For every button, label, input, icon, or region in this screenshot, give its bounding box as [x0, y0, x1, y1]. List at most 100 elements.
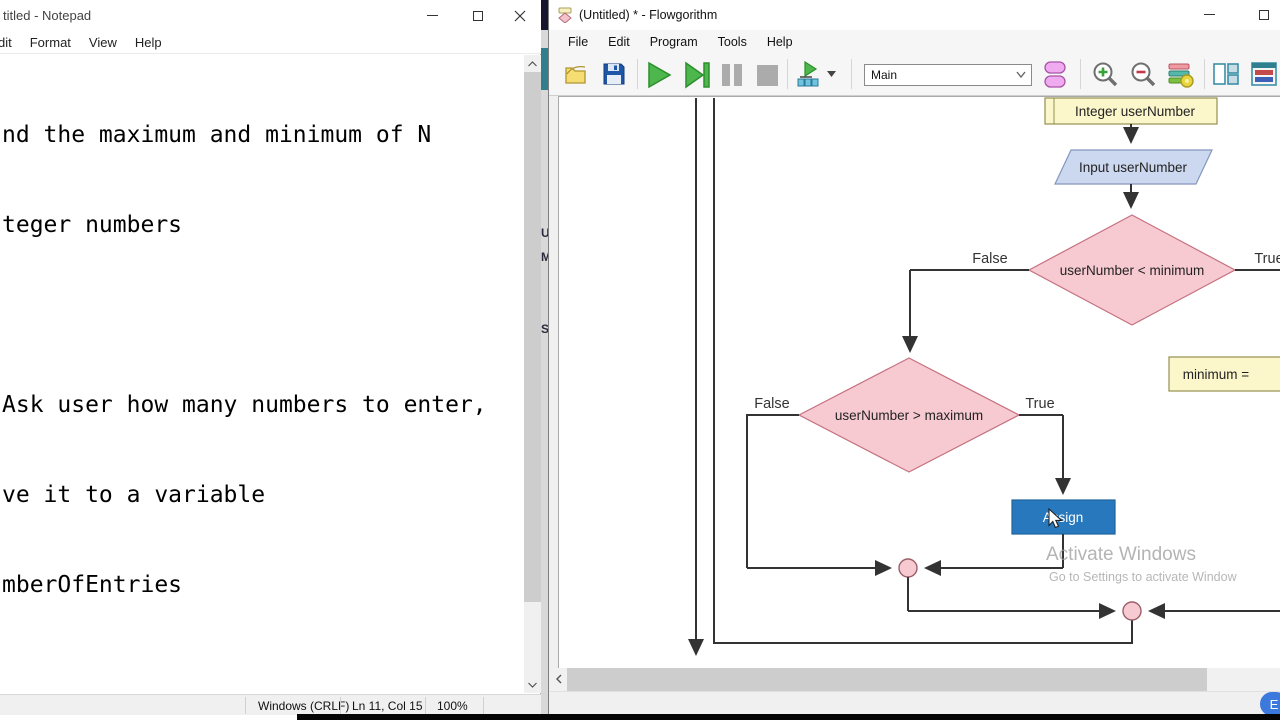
menu-help[interactable]: Help	[126, 35, 171, 50]
text-line: Ask user how many numbers to enter,	[2, 392, 487, 418]
flowgorithm-window-title: (Untitled) * - Flowgorithm	[579, 8, 718, 22]
text-line	[2, 660, 525, 690]
chevron-down-icon	[1016, 71, 1026, 78]
app-icon	[558, 7, 572, 23]
background-letter: S	[541, 322, 548, 336]
zoom-out-icon[interactable]	[1130, 61, 1158, 89]
close-icon	[514, 10, 525, 21]
branch-label-false: False	[754, 396, 789, 412]
toolbar-separator	[1080, 59, 1081, 89]
background-dark-block	[541, 0, 548, 30]
menu-format[interactable]: Format	[21, 35, 80, 50]
chart-style-icon[interactable]	[1167, 61, 1195, 89]
flowgorithm-toolbar: Main	[549, 53, 1280, 96]
text-line: mberOfEntries	[2, 572, 183, 598]
save-icon[interactable]	[601, 61, 627, 87]
notepad-statusbar: Windows (CRLF) Ln 11, Col 15 100%	[0, 694, 541, 715]
menu-program[interactable]: Program	[640, 35, 708, 49]
notepad-text-area[interactable]: nd the maximum and minimum of N teger nu…	[2, 60, 525, 690]
toolbar-separator	[787, 59, 788, 89]
menu-edit[interactable]: Edit	[598, 35, 640, 49]
menu-file[interactable]: File	[558, 35, 598, 49]
maximize-button[interactable]	[455, 0, 500, 31]
scrollbar-thumb[interactable]	[567, 668, 1207, 691]
vertical-scrollbar[interactable]	[524, 55, 541, 693]
toolbar-separator	[1204, 59, 1205, 89]
notepad-window-title: titled - Notepad	[3, 8, 92, 23]
close-button[interactable]	[497, 0, 542, 31]
minimize-button[interactable]	[1187, 0, 1232, 29]
horizontal-scrollbar[interactable]	[550, 668, 1280, 691]
run-to-window-icon[interactable]	[796, 61, 822, 88]
notepad-menubar: dit Format View Help	[0, 32, 541, 54]
flowgorithm-window: (Untitled) * - Flowgorithm File Edit Pro…	[548, 0, 1280, 716]
status-separator	[340, 697, 341, 714]
decision-shape-if1[interactable]: userNumber < minimum	[1027, 214, 1237, 326]
status-line-ending: Windows (CRLF)	[258, 699, 350, 713]
notepad-titlebar: titled - Notepad	[0, 0, 541, 32]
assign-minimum-shape[interactable]: minimum =	[1168, 356, 1280, 392]
input-shape[interactable]: Input userNumber	[1054, 149, 1213, 185]
branch-label-true: True	[1254, 251, 1280, 267]
decision-text: userNumber < minimum	[1060, 263, 1204, 278]
maximize-icon	[472, 10, 483, 21]
merge-connector	[1122, 601, 1142, 621]
scroll-left-icon[interactable]	[550, 670, 567, 687]
branch-label-true: True	[1025, 396, 1054, 412]
menu-view[interactable]: View	[80, 35, 126, 50]
minimize-icon	[427, 15, 438, 16]
taskbar-strip	[297, 714, 1280, 720]
edge-badge-letter: E	[1269, 696, 1279, 712]
status-zoom-level: 100%	[437, 699, 468, 713]
declare-shape[interactable]: Integer userNumber	[1044, 97, 1218, 125]
input-text: Input userNumber	[1079, 160, 1188, 175]
menu-tools[interactable]: Tools	[708, 35, 757, 49]
dropdown-caret-icon[interactable]	[827, 71, 836, 77]
notepad-window: titled - Notepad dit Format View Help nd…	[0, 0, 541, 720]
function-selector-dropdown[interactable]: Main	[864, 64, 1032, 86]
text-line: nd the maximum and minimum of N	[2, 122, 432, 148]
status-separator	[425, 697, 426, 714]
activate-windows-watermark: Activate Windows	[1046, 544, 1196, 565]
decision-text: userNumber > maximum	[835, 408, 983, 423]
status-cursor-position: Ln 11, Col 15	[352, 699, 423, 713]
status-separator	[245, 697, 246, 714]
toolbar-separator	[637, 59, 638, 89]
console-window-icon[interactable]	[1250, 61, 1278, 87]
branch-label-false: False	[972, 251, 1007, 267]
menu-help[interactable]: Help	[757, 35, 803, 49]
assign-shape-selected[interactable]: Assign	[1011, 499, 1116, 535]
step-icon[interactable]	[683, 61, 711, 89]
declare-text: Integer userNumber	[1075, 104, 1196, 119]
minimize-button[interactable]	[410, 0, 455, 31]
status-separator	[483, 697, 484, 714]
toolbar-separator	[851, 59, 852, 89]
maximize-button[interactable]	[1241, 0, 1280, 29]
background-strip: U M S	[541, 0, 548, 720]
open-file-icon[interactable]	[563, 61, 590, 87]
activate-windows-subtext: Go to Settings to activate Window	[1049, 570, 1237, 584]
run-icon[interactable]	[645, 61, 673, 89]
decision-shape-if2[interactable]: userNumber > maximum	[797, 357, 1021, 473]
text-line: teger numbers	[2, 212, 183, 238]
assign-minimum-text: minimum =	[1183, 367, 1250, 382]
minimize-icon	[1204, 14, 1215, 15]
flowgorithm-statusbar: E	[550, 691, 1280, 716]
edge-badge[interactable]: E	[1260, 692, 1280, 716]
flow-line	[746, 414, 799, 568]
background-letter: M	[541, 250, 548, 264]
variable-watch-icon[interactable]	[1043, 60, 1067, 90]
scroll-up-icon[interactable]	[524, 55, 541, 72]
flowgorithm-menubar: File Edit Program Tools Help	[549, 30, 1280, 53]
scrollbar-thumb[interactable]	[524, 72, 541, 602]
pause-icon[interactable]	[719, 61, 745, 89]
maximize-icon	[1258, 9, 1269, 20]
layout-split-icon[interactable]	[1212, 61, 1240, 87]
text-line	[2, 300, 525, 330]
menu-edit[interactable]: dit	[0, 35, 21, 50]
merge-connector	[898, 558, 918, 578]
zoom-in-icon[interactable]	[1092, 61, 1120, 89]
stop-icon[interactable]	[754, 61, 780, 89]
function-selector-value: Main	[871, 68, 898, 82]
scroll-down-icon[interactable]	[524, 676, 541, 693]
